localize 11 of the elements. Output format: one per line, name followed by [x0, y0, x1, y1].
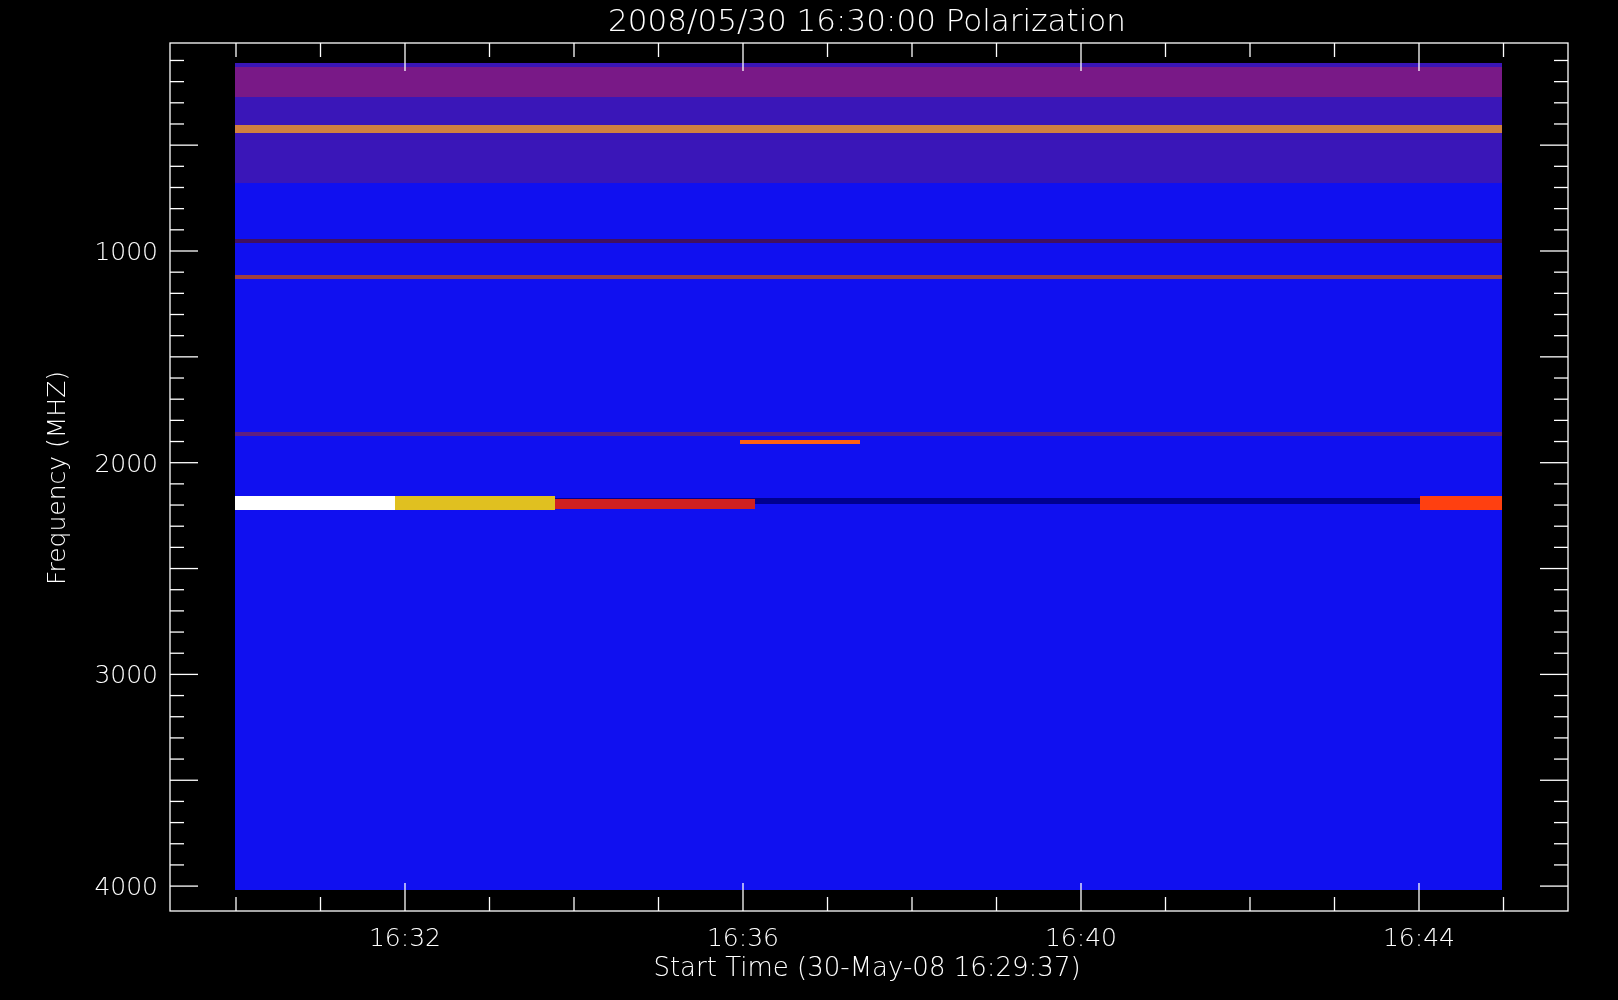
x-tick-label: 16:32 — [369, 923, 441, 952]
y-tick-label: 3000 — [94, 660, 158, 690]
x-axis-label: Start Time (30-May-08 16:29:37) — [653, 952, 1081, 982]
chart-title: 2008/05/30 16:30:00 Polarization — [608, 2, 1126, 38]
x-tick-label: 16:44 — [1383, 923, 1455, 952]
y-tick-label: 1000 — [94, 237, 158, 266]
x-tick-label: 16:36 — [707, 923, 779, 952]
y-tick-label: 4000 — [94, 872, 158, 902]
x-tick-label: 16:40 — [1045, 923, 1117, 952]
y-tick-label: 2000 — [94, 448, 158, 478]
y-axis-label: Frequency (MHZ) — [42, 370, 71, 586]
